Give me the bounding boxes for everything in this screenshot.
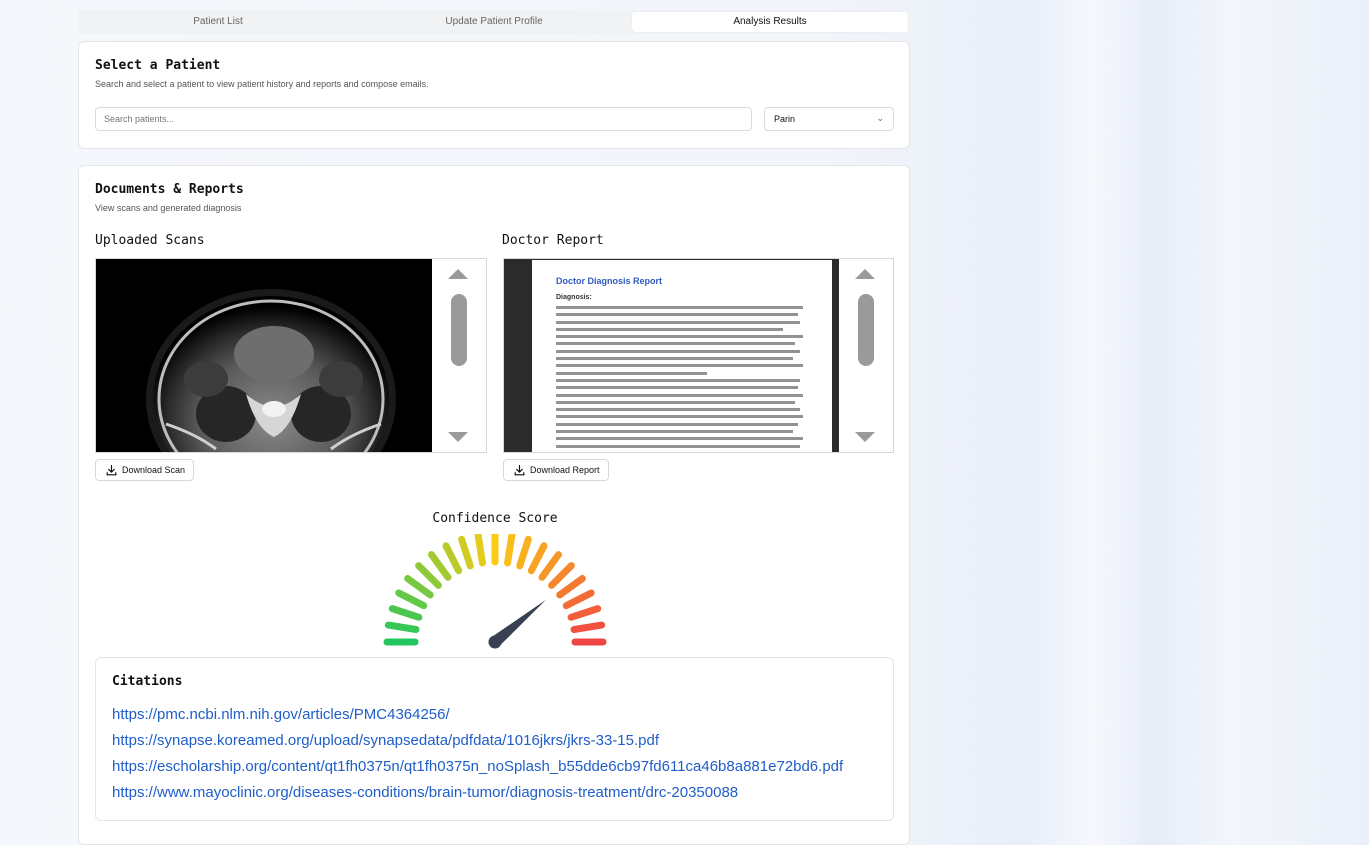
scroll-up-icon[interactable] — [855, 269, 875, 279]
gauge-hub — [488, 635, 502, 649]
gauge-segment — [442, 542, 463, 575]
patient-search-input[interactable] — [95, 107, 752, 131]
patient-select[interactable]: Parin ⌄ — [764, 107, 894, 131]
download-scan-label: Download Scan — [122, 465, 186, 475]
patient-select-value: Parin — [774, 114, 796, 124]
scan-scrollbar[interactable] — [432, 259, 486, 452]
download-report-button[interactable]: Download Report — [503, 459, 609, 481]
gauge-segment — [395, 589, 428, 610]
gauge-segment — [428, 551, 452, 581]
gauge-segment — [384, 621, 420, 633]
download-report-label: Download Report — [530, 465, 600, 475]
gauge-segment — [556, 575, 586, 599]
gauge-segment — [388, 605, 423, 621]
citation-link[interactable]: https://synapse.koreamed.org/upload/syna… — [112, 732, 659, 749]
gauge-segment — [548, 562, 575, 589]
download-icon — [514, 464, 525, 475]
gauge-segment — [404, 575, 434, 599]
select-patient-subtitle: Search and select a patient to view pati… — [95, 79, 429, 89]
report-preview-title: Doctor Diagnosis Report — [556, 276, 663, 286]
report-preview-section: Diagnosis: — [556, 294, 592, 301]
select-patient-card: Select a Patient Search and select a pat… — [78, 41, 910, 149]
citation-link[interactable]: https://escholarship.org/content/qt1fh03… — [112, 758, 843, 775]
gauge-segment — [415, 562, 442, 589]
tab-bar: Patient List Update Patient Profile Anal… — [78, 10, 910, 34]
citation-link[interactable]: https://pmc.ncbi.nlm.nih.gov/articles/PM… — [112, 706, 450, 723]
scroll-up-icon[interactable] — [448, 269, 468, 279]
gauge-segment — [504, 534, 516, 567]
gauge-segment — [458, 535, 474, 570]
citation-link[interactable]: https://www.mayoclinic.org/diseases-cond… — [112, 784, 738, 801]
scrollbar-thumb[interactable] — [451, 294, 467, 366]
uploaded-scans-heading: Uploaded Scans — [95, 233, 205, 248]
gauge-segment — [562, 589, 595, 610]
gauge-segment — [570, 621, 606, 633]
scrollbar-thumb[interactable] — [858, 294, 874, 366]
gauge-segment — [516, 535, 532, 570]
tab-patient-list[interactable]: Patient List — [80, 12, 356, 32]
doctor-report-heading: Doctor Report — [502, 233, 604, 248]
documents-subtitle: View scans and generated diagnosis — [95, 203, 242, 213]
gauge-segment — [538, 551, 562, 581]
download-icon — [106, 464, 117, 475]
documents-title: Documents & Reports — [95, 182, 244, 197]
mri-scan-image — [96, 259, 433, 452]
scroll-down-icon[interactable] — [448, 432, 468, 442]
download-scan-button[interactable]: Download Scan — [95, 459, 195, 481]
chevron-down-icon: ⌄ — [876, 113, 884, 123]
confidence-score-title: Confidence Score — [432, 511, 558, 526]
documents-reports-card: Documents & Reports View scans and gener… — [78, 165, 910, 845]
report-viewer[interactable]: Doctor Diagnosis Report Diagnosis: — [503, 258, 894, 453]
confidence-gauge — [383, 534, 607, 649]
scan-viewer[interactable] — [95, 258, 487, 453]
citations-box: Citations https://pmc.ncbi.nlm.nih.gov/a… — [95, 657, 894, 821]
select-patient-title: Select a Patient — [95, 58, 221, 73]
gauge-segment — [567, 605, 602, 621]
gauge-segment — [527, 542, 548, 575]
tab-update-patient-profile[interactable]: Update Patient Profile — [356, 12, 632, 32]
scroll-down-icon[interactable] — [855, 432, 875, 442]
citations-title: Citations — [112, 674, 183, 689]
tab-analysis-results[interactable]: Analysis Results — [632, 12, 908, 32]
report-preview-body — [556, 306, 808, 452]
report-page: Doctor Diagnosis Report Diagnosis: — [532, 260, 832, 452]
report-scrollbar[interactable] — [839, 259, 893, 452]
gauge-segment — [474, 534, 486, 567]
